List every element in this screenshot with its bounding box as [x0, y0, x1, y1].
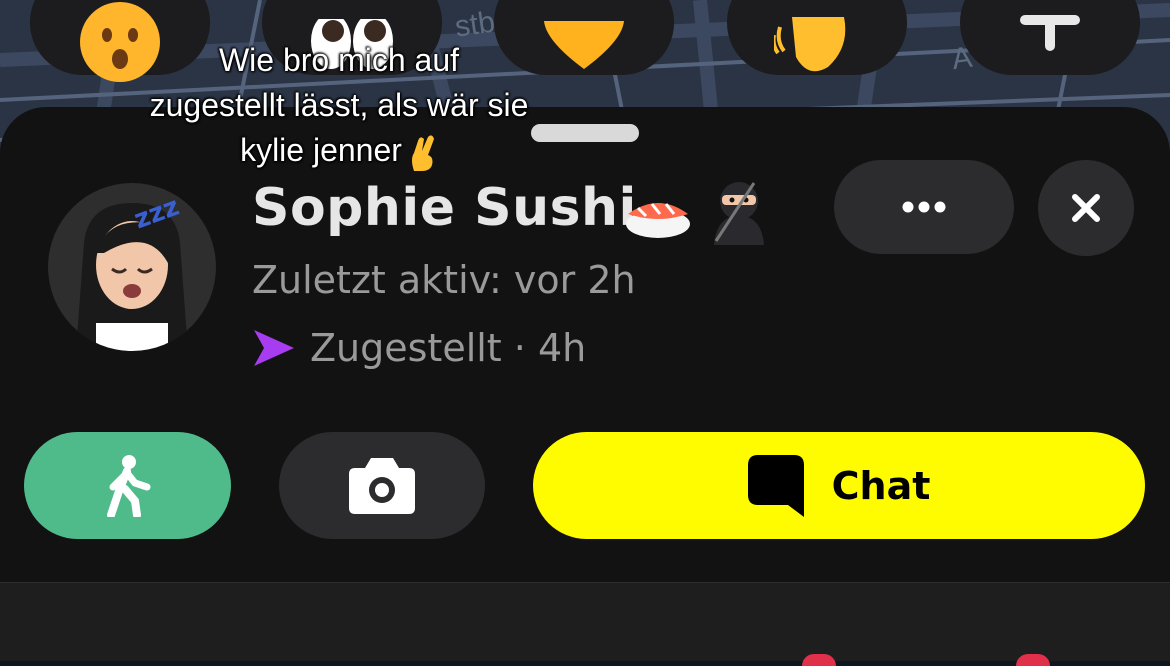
walking-person-icon — [106, 454, 150, 517]
name-emojis — [624, 178, 772, 248]
sent-arrow-icon — [254, 330, 294, 366]
friend-name: Sophie Sushi — [252, 178, 637, 238]
close-button[interactable] — [1038, 160, 1134, 256]
bitmoji-avatar: zzz — [76, 192, 188, 351]
caption-line: Wie bro mich auf — [218, 42, 460, 78]
avatar[interactable]: zzz — [48, 183, 216, 351]
bottom-bar — [0, 582, 1170, 661]
camera-icon — [349, 457, 415, 514]
last-active-status: Zuletzt aktiv: vor 2h — [252, 258, 636, 302]
waving-hand-icon — [774, 17, 846, 72]
close-icon — [1072, 194, 1100, 222]
chat-button[interactable]: Chat — [533, 432, 1145, 539]
notification-badge — [802, 654, 836, 666]
more-options-button[interactable] — [834, 160, 1014, 254]
ninja-icon — [714, 182, 764, 245]
video-caption: Wie bro mich auf zugestellt lässt, als w… — [100, 38, 578, 173]
chat-button-label: Chat — [831, 463, 931, 508]
crossed-fingers-icon — [411, 134, 434, 171]
caption-line-text: kylie jenner — [240, 132, 402, 168]
more-dots-icon — [902, 201, 946, 213]
camera-button[interactable] — [279, 432, 485, 539]
chat-bubble-icon — [747, 454, 804, 517]
directions-walk-button[interactable] — [24, 432, 231, 539]
plus-icon — [1020, 15, 1080, 51]
delivery-status: Zugestellt · 4h — [252, 322, 586, 374]
caption-line: zugestellt lässt, als wär sie — [149, 87, 529, 123]
notification-badge — [1016, 654, 1050, 666]
delivery-status-label: Zugestellt · 4h — [310, 326, 587, 370]
reaction-wave-button[interactable] — [727, 0, 907, 75]
sushi-icon — [626, 203, 690, 238]
reaction-add-button[interactable] — [960, 0, 1140, 75]
caption-line-3: kylie jenner — [100, 128, 578, 173]
